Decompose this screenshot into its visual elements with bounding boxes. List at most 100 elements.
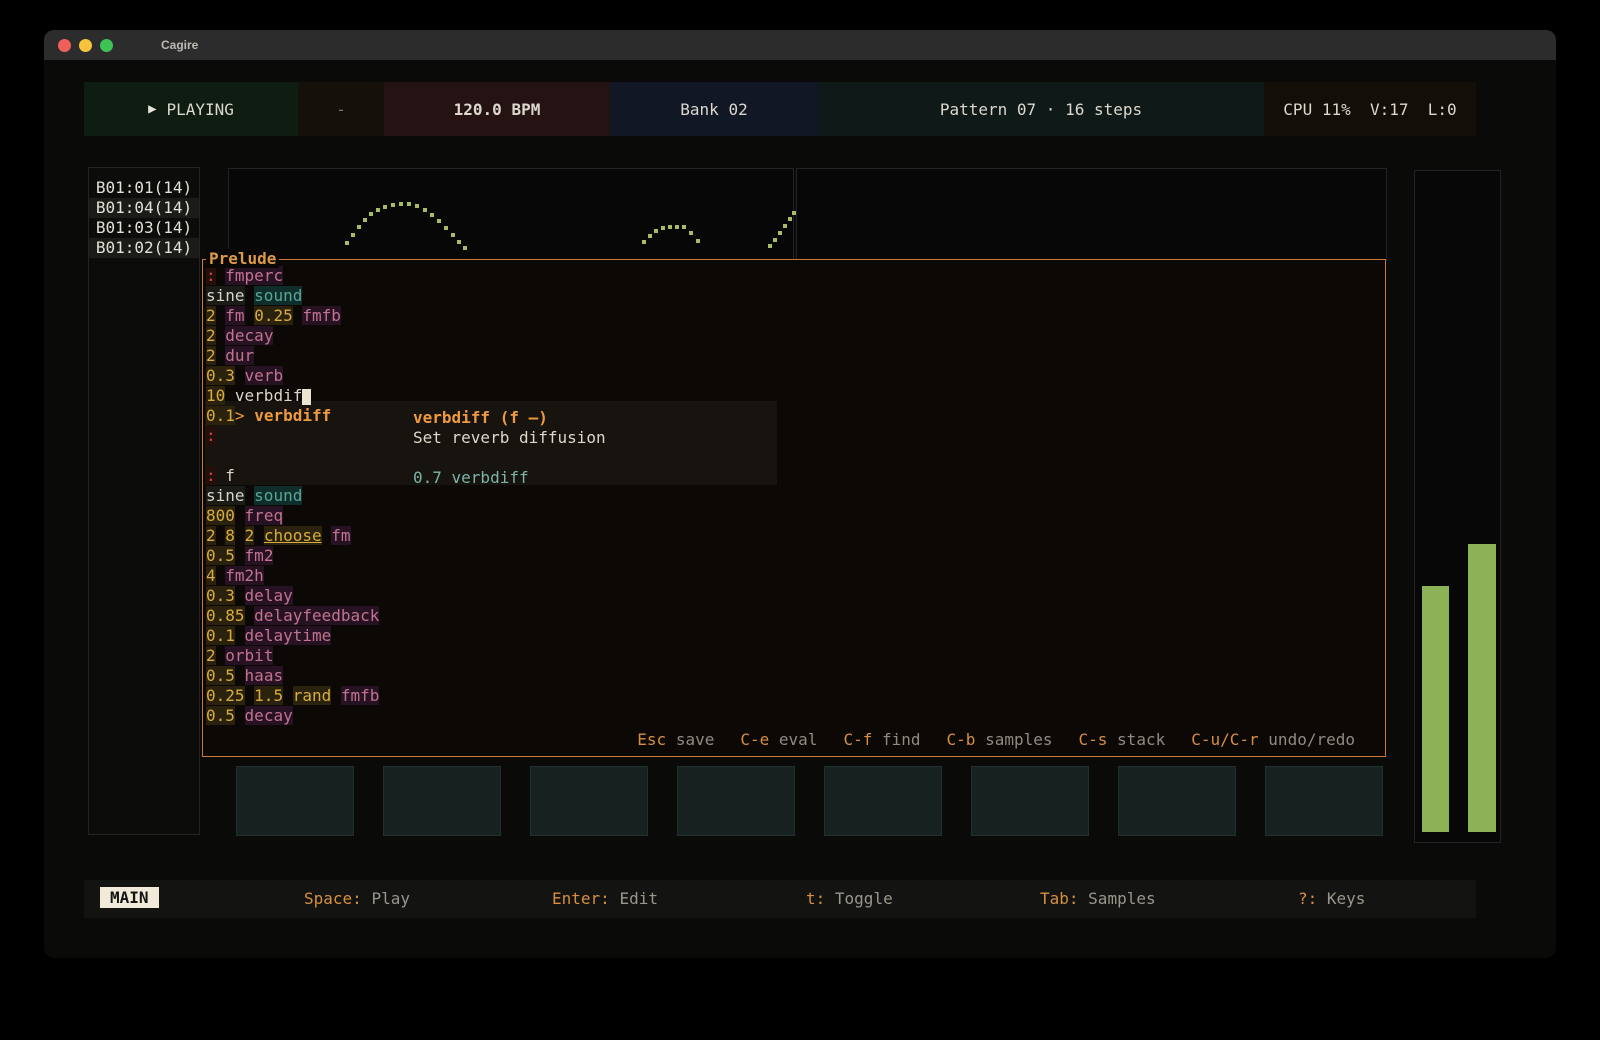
zoom-button[interactable] bbox=[100, 39, 113, 52]
editor-help-key: C-u/C-r bbox=[1191, 730, 1258, 749]
statusbar-key: ?: bbox=[1298, 889, 1317, 908]
code-line: 2 8 2 choose fm bbox=[206, 526, 1385, 546]
pattern-list-item[interactable]: B01:02(14) bbox=[89, 238, 199, 258]
code-token: sine bbox=[206, 486, 245, 505]
statusbar-label: Keys bbox=[1327, 889, 1366, 908]
sample-pad[interactable] bbox=[824, 766, 942, 836]
code-token: 1.5 bbox=[254, 686, 283, 705]
pattern-dot bbox=[415, 204, 419, 208]
transport-playing[interactable]: ▶ PLAYING bbox=[84, 82, 298, 136]
code-token: delaytime bbox=[245, 626, 332, 645]
code-line: 0.25 1.5 rand fmfb bbox=[206, 686, 1385, 706]
sample-pad[interactable] bbox=[383, 766, 501, 836]
pattern-dot bbox=[345, 241, 349, 245]
editor-lines[interactable]: : fmpercsine sound2 fm 0.25 fmfb2 decay2… bbox=[203, 260, 1385, 726]
transport-bar: ▶ PLAYING - 120.0 BPM Bank 02 Pattern 07… bbox=[84, 82, 1476, 136]
pattern-dot bbox=[463, 246, 467, 250]
pattern-display[interactable]: Pattern 07 · 16 steps bbox=[818, 82, 1264, 136]
pattern-dot bbox=[437, 219, 441, 223]
code-token: 0.1 bbox=[206, 626, 235, 645]
code-token: sound bbox=[254, 286, 302, 305]
level-meters bbox=[1414, 170, 1501, 843]
code-token: 2 bbox=[245, 526, 255, 545]
pattern-dot bbox=[383, 205, 387, 209]
screen: Cagire ▶ PLAYING - 120.0 BPM Bank 02 Pat… bbox=[0, 0, 1600, 1040]
status-bar: MAIN Space: PlayEnter: Editt: ToggleTab:… bbox=[84, 880, 1476, 918]
window-title: Cagire bbox=[161, 38, 198, 52]
code-token: 2 bbox=[206, 526, 216, 545]
code-line: 0.3 delay bbox=[206, 586, 1385, 606]
minimize-button[interactable] bbox=[79, 39, 92, 52]
code-token: 0.25 bbox=[254, 306, 293, 325]
code-token: 0.85 bbox=[206, 606, 245, 625]
statusbar-key: Space: bbox=[304, 889, 362, 908]
sample-pad[interactable] bbox=[677, 766, 795, 836]
code-line: : f bbox=[206, 466, 1385, 486]
pattern-list-item[interactable]: B01:04(14) bbox=[89, 198, 199, 218]
pattern-dot bbox=[430, 213, 434, 217]
code-line: 0.5 fm2 bbox=[206, 546, 1385, 566]
pattern-dot bbox=[363, 218, 367, 222]
bpm-display[interactable]: 120.0 BPM bbox=[384, 82, 610, 136]
code-line: 2 decay bbox=[206, 326, 1385, 346]
pattern-dot bbox=[451, 233, 455, 237]
statusbar-item: Tab: Samples bbox=[1040, 889, 1156, 908]
code-token: dur bbox=[225, 346, 254, 365]
editor-help-key: C-s bbox=[1079, 730, 1108, 749]
code-token: verb bbox=[245, 366, 284, 385]
sample-pad[interactable] bbox=[530, 766, 648, 836]
sample-pads-row bbox=[236, 766, 1383, 836]
code-token: 4 bbox=[206, 566, 216, 585]
code-token: 10 bbox=[206, 386, 225, 405]
sample-pad[interactable] bbox=[1265, 766, 1383, 836]
code-line: sine sound bbox=[206, 486, 1385, 506]
pattern-dot bbox=[648, 234, 652, 238]
code-token: 2 bbox=[206, 646, 216, 665]
pattern-visualizer-2 bbox=[796, 168, 1387, 261]
code-token: 0.1 bbox=[206, 406, 235, 425]
cpu-stats: CPU 11% V:17 L:0 bbox=[1264, 82, 1476, 136]
pattern-list-item[interactable]: B01:01(14) bbox=[89, 178, 199, 198]
editor-help-label: samples bbox=[985, 730, 1052, 749]
code-line: 0.1> verbdiff bbox=[206, 406, 1385, 426]
code-token: : bbox=[206, 426, 216, 445]
pattern-dot bbox=[369, 212, 373, 216]
statusbar-item: Enter: Edit bbox=[552, 889, 658, 908]
statusbar-label: Samples bbox=[1088, 889, 1155, 908]
meter-bar bbox=[1468, 544, 1496, 832]
code-token: sound bbox=[254, 486, 302, 505]
code-token: verbdif bbox=[235, 386, 302, 405]
code-token: fmfb bbox=[302, 306, 341, 325]
code-token: freq bbox=[245, 506, 284, 525]
code-token: delayfeedback bbox=[254, 606, 379, 625]
close-button[interactable] bbox=[58, 39, 71, 52]
bank-display[interactable]: Bank 02 bbox=[610, 82, 818, 136]
code-token: > bbox=[235, 406, 245, 425]
code-editor[interactable]: Prelude : fmpercsine sound2 fm 0.25 fmfb… bbox=[202, 259, 1386, 757]
code-token: : bbox=[206, 266, 216, 285]
sample-pad[interactable] bbox=[236, 766, 354, 836]
sample-pad[interactable] bbox=[971, 766, 1089, 836]
pattern-list: B01:01(14)B01:04(14)B01:03(14)B01:02(14) bbox=[88, 167, 200, 835]
sample-pad[interactable] bbox=[1118, 766, 1236, 836]
pattern-dot bbox=[696, 239, 700, 243]
pattern-dot bbox=[357, 225, 361, 229]
pattern-dot bbox=[444, 226, 448, 230]
code-token: orbit bbox=[225, 646, 273, 665]
code-line: 0.5 haas bbox=[206, 666, 1385, 686]
code-line: 2 orbit bbox=[206, 646, 1385, 666]
editor-help-item: C-f find bbox=[843, 730, 920, 749]
statusbar-key: Tab: bbox=[1040, 889, 1079, 908]
play-icon: ▶ bbox=[148, 101, 156, 117]
code-line: 2 dur bbox=[206, 346, 1385, 366]
code-token: f bbox=[225, 466, 235, 485]
app-window: Cagire ▶ PLAYING - 120.0 BPM Bank 02 Pat… bbox=[44, 30, 1556, 958]
pattern-dot bbox=[773, 238, 777, 242]
editor-help-item: Esc save bbox=[637, 730, 714, 749]
pattern-list-item[interactable]: B01:03(14) bbox=[89, 218, 199, 238]
pattern-dot bbox=[376, 208, 380, 212]
code-line: : bbox=[206, 426, 1385, 446]
editor-help-key: C-b bbox=[947, 730, 976, 749]
pattern-dot bbox=[423, 208, 427, 212]
text-cursor bbox=[302, 389, 311, 405]
